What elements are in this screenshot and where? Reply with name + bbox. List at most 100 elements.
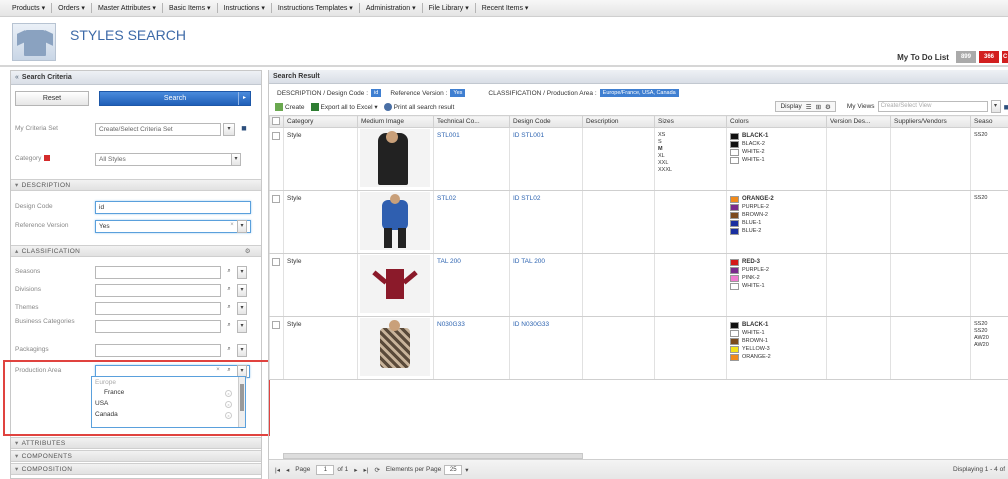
- refresh-icon[interactable]: ⟳: [374, 466, 379, 474]
- nav-item-3[interactable]: Basic Items ▾: [163, 4, 217, 12]
- category-select[interactable]: All Styles: [95, 153, 241, 166]
- style-image[interactable]: [360, 192, 430, 250]
- table-row[interactable]: Style TAL 200 ID TAL 200 RED-3 PURPLE-2 PINK-…: [269, 253, 1008, 317]
- alert-count-badge[interactable]: 366: [978, 51, 999, 63]
- design-code-link[interactable]: ID STL001: [513, 132, 544, 139]
- classification-search-icon[interactable]: ⌕: [223, 266, 235, 279]
- classification-search-icon[interactable]: ⌕: [223, 320, 235, 333]
- criteria-chip-production-area: Europe/France, USA, Canada: [599, 89, 679, 97]
- print-button[interactable]: Print all search result: [383, 103, 454, 111]
- classification-input[interactable]: [95, 344, 221, 357]
- medium-image-cell[interactable]: [357, 253, 434, 317]
- todo-count-badge[interactable]: 899: [955, 51, 976, 63]
- technical-code-link[interactable]: STL001: [437, 132, 460, 139]
- criteria-set-dropdown-icon[interactable]: ▾: [223, 123, 235, 136]
- design-code-link[interactable]: ID TAL 200: [513, 258, 545, 265]
- views-dropdown-icon[interactable]: ▾: [990, 100, 1001, 113]
- prev-page-icon[interactable]: ◂: [286, 466, 289, 474]
- collapse-left-icon[interactable]: «: [15, 74, 19, 81]
- create-button[interactable]: Create: [275, 103, 305, 111]
- epp-dropdown-icon[interactable]: ▾: [465, 466, 468, 474]
- section-description[interactable]: ▾ DESCRIPTION: [11, 179, 261, 191]
- column-header-10[interactable]: Seaso: [970, 115, 1008, 128]
- first-page-icon[interactable]: |◂: [275, 466, 280, 474]
- style-image[interactable]: [360, 318, 430, 376]
- row-checkbox[interactable]: [272, 258, 280, 266]
- table-row[interactable]: Style STL02 ID STL02 ORANGE-2 PURPLE-2 BROWN-…: [269, 190, 1008, 254]
- next-page-icon[interactable]: ▸: [354, 466, 357, 474]
- design-code-link[interactable]: ID N030G33: [513, 321, 549, 328]
- table-row[interactable]: Style N030G33 ID N030G33 BLACK-1 WHITE-1 BROW…: [269, 316, 1008, 380]
- category-dropdown-icon[interactable]: ▾: [231, 153, 241, 166]
- medium-image-cell[interactable]: [357, 190, 434, 254]
- alert-badge-2[interactable]: C: [1002, 51, 1008, 63]
- section-classification[interactable]: ▴ CLASSIFICATION ⚙: [11, 245, 261, 257]
- section-attributes[interactable]: ▾ ATTRIBUTES: [11, 437, 261, 449]
- column-header-6[interactable]: Sizes: [654, 115, 727, 128]
- technical-code-link[interactable]: N030G33: [437, 321, 465, 328]
- export-excel-button[interactable]: Export all to Excel ▾: [310, 103, 378, 111]
- column-header-5[interactable]: Description: [582, 115, 655, 128]
- row-checkbox[interactable]: [272, 195, 280, 203]
- color-swatch-icon: [730, 345, 739, 353]
- classification-search-icon[interactable]: ⌕: [223, 284, 235, 297]
- display-toggle[interactable]: Display ☰ ⊞ ⚙: [775, 101, 836, 112]
- classification-settings-icon[interactable]: ⚙: [245, 247, 251, 255]
- classification-input[interactable]: [95, 266, 221, 279]
- medium-image-cell[interactable]: [357, 127, 434, 191]
- column-header-0[interactable]: [269, 115, 284, 128]
- classification-dropdown-icon[interactable]: ▾: [237, 302, 247, 315]
- classification-input[interactable]: [95, 284, 221, 297]
- section-composition[interactable]: ▾ COMPOSITION: [11, 463, 261, 475]
- row-checkbox[interactable]: [272, 132, 280, 140]
- criteria-set-input[interactable]: Create/Select Criteria Set: [95, 123, 221, 136]
- views-select[interactable]: Create/Select View: [877, 101, 988, 112]
- column-header-7[interactable]: Colors: [726, 115, 827, 128]
- nav-item-4[interactable]: Instructions ▾: [218, 4, 271, 12]
- save-view-icon[interactable]: ■: [1004, 102, 1008, 112]
- classification-input[interactable]: [95, 302, 221, 315]
- section-components[interactable]: ▾ COMPONENTS: [11, 450, 261, 462]
- nav-item-7[interactable]: File Library ▾: [423, 4, 475, 12]
- design-code-input[interactable]: id: [95, 201, 251, 214]
- column-header-9[interactable]: Suppliers/Vendors: [890, 115, 971, 128]
- column-header-2[interactable]: Medium Image: [357, 115, 434, 128]
- nav-item-2[interactable]: Master Attributes ▾: [92, 4, 162, 12]
- ref-version-clear-icon[interactable]: ×: [227, 220, 237, 233]
- technical-code-link[interactable]: TAL 200: [437, 258, 461, 265]
- column-header-8[interactable]: Version Des...: [826, 115, 891, 128]
- column-header-1[interactable]: Category: [283, 115, 358, 128]
- classification-search-icon[interactable]: ⌕: [223, 302, 235, 315]
- classification-dropdown-icon[interactable]: ▾: [237, 344, 247, 357]
- column-header-3[interactable]: Technical Co...: [433, 115, 510, 128]
- nav-item-0[interactable]: Products ▾: [6, 4, 51, 12]
- ref-version-dropdown-icon[interactable]: ▾: [237, 220, 247, 233]
- size-value: S: [658, 139, 662, 145]
- design-code-link[interactable]: ID STL02: [513, 195, 540, 202]
- nav-item-5[interactable]: Instructions Templates ▾: [272, 4, 359, 12]
- search-button[interactable]: Search ▸: [99, 91, 251, 106]
- last-page-icon[interactable]: ▸|: [364, 466, 369, 474]
- page-input[interactable]: 1: [316, 464, 335, 475]
- elements-per-page-input[interactable]: 25: [444, 464, 463, 475]
- classification-dropdown-icon[interactable]: ▾: [237, 266, 247, 279]
- reset-button[interactable]: Reset: [15, 91, 89, 106]
- style-image[interactable]: [360, 255, 430, 313]
- nav-item-8[interactable]: Recent Items ▾: [476, 4, 535, 12]
- technical-code-link[interactable]: STL02: [437, 195, 456, 202]
- save-criteria-icon[interactable]: ■: [238, 123, 250, 136]
- table-row[interactable]: Style STL001 ID STL001 XS S M XL XXL XXXL BLACK-1…: [269, 127, 1008, 191]
- classification-dropdown-icon[interactable]: ▾: [237, 284, 247, 297]
- todo-label[interactable]: My To Do List: [897, 53, 949, 62]
- select-all-checkbox[interactable]: [272, 116, 280, 125]
- classification-search-icon[interactable]: ⌕: [223, 344, 235, 357]
- medium-image-cell[interactable]: [357, 316, 434, 380]
- row-checkbox[interactable]: [272, 321, 280, 329]
- search-menu-chevron-icon[interactable]: ▸: [238, 92, 250, 105]
- nav-item-6[interactable]: Administration ▾: [360, 4, 422, 12]
- style-image[interactable]: [360, 129, 430, 187]
- classification-dropdown-icon[interactable]: ▾: [237, 320, 247, 333]
- column-header-4[interactable]: Design Code: [509, 115, 583, 128]
- classification-input[interactable]: [95, 320, 221, 333]
- nav-item-1[interactable]: Orders ▾: [52, 4, 91, 12]
